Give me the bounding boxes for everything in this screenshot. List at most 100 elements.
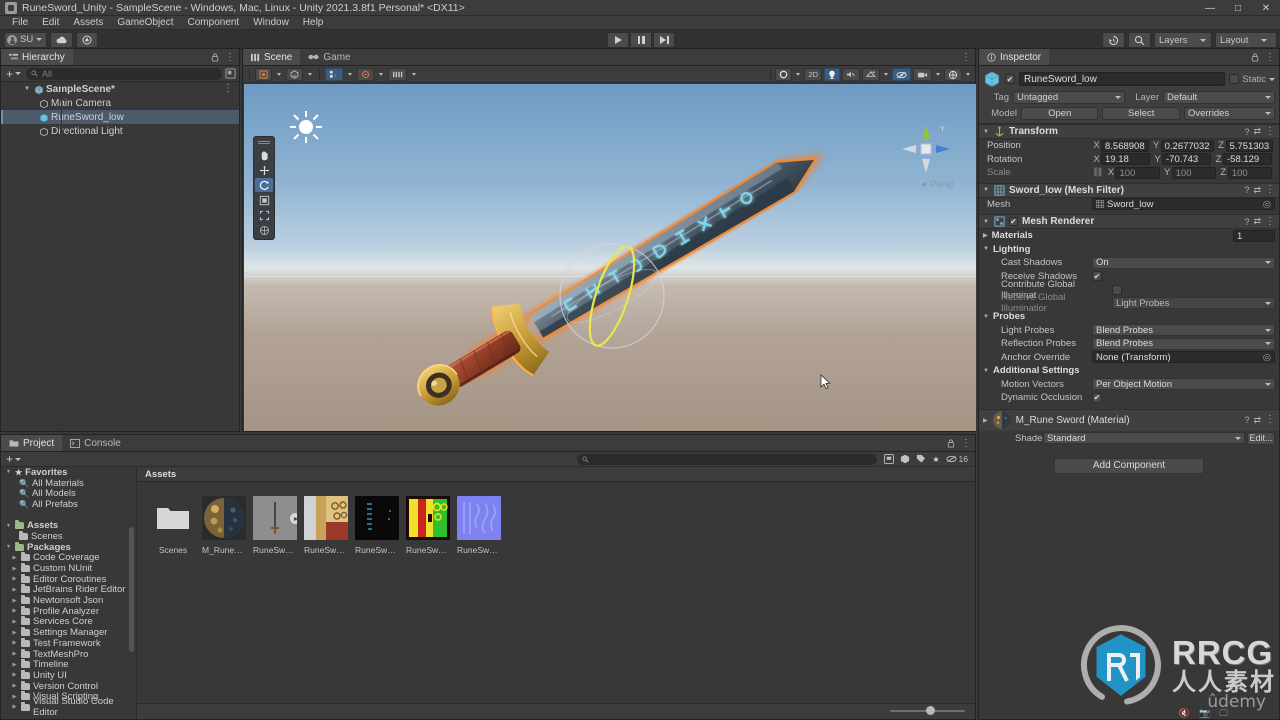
- materials-section[interactable]: ▶ Materials 1: [979, 229, 1279, 243]
- chevron-right-icon[interactable]: ▶: [11, 555, 18, 561]
- overrides-dropdown[interactable]: Overrides: [1183, 107, 1275, 120]
- lock-icon[interactable]: [211, 53, 219, 62]
- hierarchy-row-samplescene[interactable]: ▼ SampleScene* ⋮: [1, 82, 239, 96]
- project-tree-package-item[interactable]: ▶ Visual Studio Code Editor: [1, 696, 136, 718]
- scale-y-field[interactable]: 100: [1171, 166, 1216, 179]
- shading-mode-button[interactable]: [286, 67, 303, 81]
- preset-icon[interactable]: ⇄: [1253, 126, 1261, 137]
- object-picker-icon[interactable]: ◎: [1263, 352, 1271, 363]
- project-tree-package-item[interactable]: ▶ Newtonsoft Json: [1, 595, 136, 606]
- material-header[interactable]: ▶ M_Rune Sword (Material) ? ⇄ ⋮: [979, 408, 1279, 431]
- preset-icon[interactable]: ⇄: [1253, 415, 1261, 426]
- project-tree-assets[interactable]: ▼ Assets: [1, 520, 136, 531]
- materials-count-field[interactable]: 1: [1233, 229, 1275, 242]
- project-tree-package-item[interactable]: ▶ Profile Analyzer: [1, 605, 136, 617]
- assets-breadcrumb[interactable]: Assets: [137, 467, 975, 482]
- chevron-right-icon[interactable]: ▶: [11, 576, 18, 582]
- asset-item[interactable]: RuneSwor...: [253, 496, 297, 555]
- layout-dropdown[interactable]: Layout: [1215, 32, 1277, 48]
- model-preview-play-button[interactable]: [290, 513, 297, 524]
- chevron-right-icon[interactable]: ▶: [11, 672, 18, 678]
- chevron-right-icon[interactable]: ▶: [11, 694, 18, 700]
- project-tree-package-item[interactable]: ▶ JetBrains Rider Editor: [1, 584, 136, 595]
- project-tree-package-item[interactable]: ▶ Services Core: [1, 616, 136, 627]
- chevron-right-icon[interactable]: ▶: [983, 232, 988, 239]
- menu-item-window[interactable]: Window: [246, 16, 296, 30]
- 2d-button[interactable]: 2D: [804, 68, 822, 81]
- chevron-down-icon[interactable]: ▼: [23, 86, 31, 92]
- hierarchy-row-main-camera[interactable]: Main Camera: [1, 96, 239, 110]
- gizmos-toggle[interactable]: [944, 68, 962, 81]
- cast-shadows-dropdown[interactable]: On: [1092, 256, 1275, 269]
- project-add-button[interactable]: +: [4, 452, 23, 466]
- menu-item-file[interactable]: File: [5, 16, 35, 30]
- asset-zoom-slider[interactable]: [890, 706, 965, 715]
- minimize-button[interactable]: —: [1196, 0, 1224, 16]
- grid-axis-button[interactable]: Y: [325, 67, 343, 81]
- asset-item[interactable]: RuneSwor...: [304, 496, 348, 555]
- probes-section[interactable]: ▼ Probes: [979, 310, 1279, 324]
- rect-tool[interactable]: [255, 208, 273, 222]
- position-x-field[interactable]: 8.568908: [1101, 139, 1149, 152]
- hierarchy-search-input[interactable]: All: [26, 67, 222, 80]
- transform-component-header[interactable]: ▼ Transform ? ⇄ ⋮: [979, 124, 1279, 139]
- project-tree-package-item[interactable]: ▶ Test Framework: [1, 637, 136, 649]
- lock-icon[interactable]: [1251, 53, 1259, 62]
- chevron-down-icon[interactable]: ▼: [983, 314, 989, 320]
- kebab-icon[interactable]: ⋮: [223, 84, 239, 94]
- scale-z-field[interactable]: 100: [1227, 166, 1272, 179]
- chevron-down-icon[interactable]: [936, 73, 940, 76]
- hidden-objects-toggle[interactable]: [892, 68, 911, 81]
- menu-item-help[interactable]: Help: [296, 16, 331, 30]
- project-tree-package-item[interactable]: ▶ Editor Coroutines: [1, 573, 136, 585]
- hierarchy-row-directional-light[interactable]: Directional Light: [1, 124, 239, 138]
- account-button[interactable]: SU: [4, 31, 48, 48]
- menu-item-component[interactable]: Component: [181, 16, 247, 30]
- light-probes-dropdown[interactable]: Blend Probes: [1092, 324, 1275, 337]
- project-tree-scenes[interactable]: Scenes: [1, 530, 136, 542]
- project-tree-scrollbar[interactable]: [129, 527, 134, 652]
- rotation-gizmo[interactable]: [552, 236, 672, 356]
- asset-item[interactable]: RuneSwor...: [457, 496, 501, 555]
- scale-tool[interactable]: [255, 193, 273, 207]
- mesh-object-field[interactable]: Sword_low ◎: [1092, 198, 1275, 211]
- chevron-down-icon[interactable]: [379, 72, 383, 76]
- chevron-right-icon[interactable]: ▶: [11, 619, 18, 625]
- position-y-field[interactable]: 0.2677032: [1160, 139, 1214, 152]
- draw-mode-button[interactable]: [255, 67, 272, 81]
- palette-drag-handle[interactable]: [258, 140, 270, 145]
- packages-icon[interactable]: [900, 454, 910, 464]
- save-filter-icon[interactable]: [884, 454, 895, 464]
- kebab-icon[interactable]: ⋮: [225, 52, 235, 62]
- kebab-icon[interactable]: ⋮: [1265, 185, 1275, 195]
- kebab-icon[interactable]: ⋮: [1265, 52, 1275, 62]
- additional-settings-section[interactable]: ▼ Additional Settings: [979, 364, 1279, 378]
- gameobject-name-field[interactable]: RuneSword_low: [1019, 72, 1226, 86]
- project-tree-package-item[interactable]: ▶ Version Control: [1, 680, 136, 692]
- project-tree-package-item[interactable]: ▶ Timeline: [1, 659, 136, 670]
- chevron-down-icon[interactable]: [277, 72, 281, 76]
- hierarchy-row-runesword-low[interactable]: RuneSword_low: [1, 110, 239, 124]
- tab-project[interactable]: Project: [1, 435, 63, 451]
- shader-dropdown[interactable]: Standard: [1043, 432, 1245, 444]
- link-icon[interactable]: ⛓: [1092, 167, 1103, 178]
- kebab-icon[interactable]: ⋮: [961, 438, 971, 448]
- chevron-right-icon[interactable]: ▶: [11, 683, 18, 689]
- dynamic-occlusion-checkbox[interactable]: ✔: [1092, 392, 1102, 403]
- pause-button[interactable]: [630, 32, 652, 48]
- cloud-button[interactable]: [50, 31, 74, 48]
- rotation-x-field[interactable]: 19.18: [1101, 153, 1150, 166]
- project-tree-package-item[interactable]: ▶ Settings Manager: [1, 627, 136, 638]
- chevron-right-icon[interactable]: ▶: [11, 598, 18, 604]
- menu-item-assets[interactable]: Assets: [66, 16, 110, 30]
- project-tree-package-item[interactable]: ▶ Unity UI: [1, 669, 136, 681]
- help-icon[interactable]: ?: [1244, 127, 1249, 137]
- chevron-down-icon[interactable]: ▼: [983, 246, 989, 252]
- tab-hierarchy[interactable]: Hierarchy: [1, 49, 73, 65]
- hand-tool[interactable]: [255, 148, 273, 162]
- projection-mode-label[interactable]: ◄ Persp: [919, 179, 954, 189]
- close-button[interactable]: ✕: [1252, 0, 1280, 16]
- hidden-count-group[interactable]: 16: [945, 454, 968, 464]
- model-open-button[interactable]: Open: [1021, 107, 1099, 120]
- mesh-renderer-header[interactable]: ▼ ✔ Mesh Renderer ? ⇄ ⋮: [979, 214, 1279, 229]
